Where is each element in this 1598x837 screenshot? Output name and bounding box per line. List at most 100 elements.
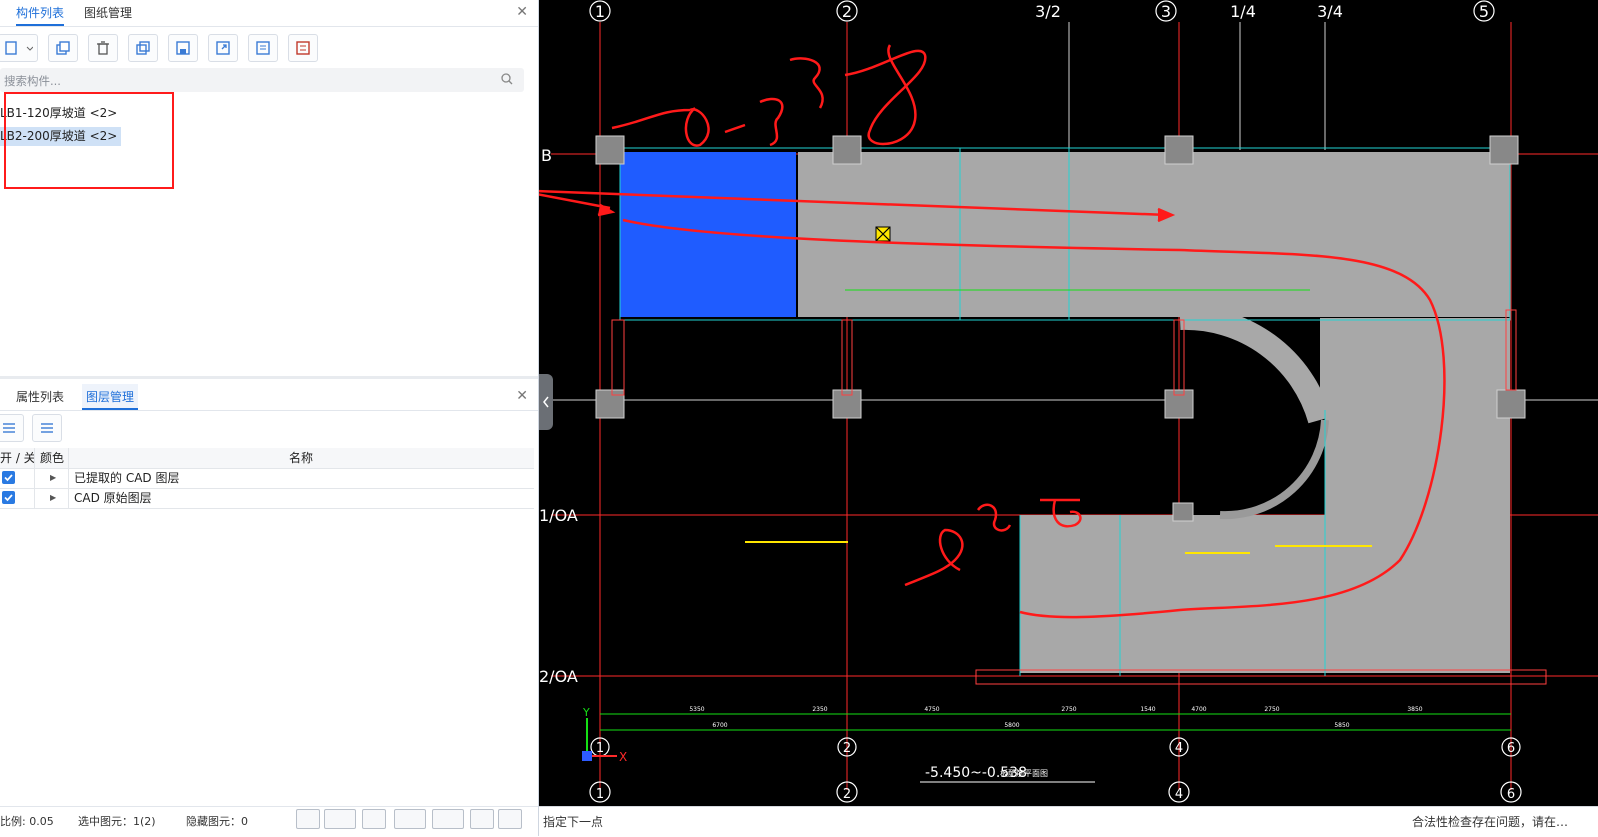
axis-label: 1 xyxy=(596,787,604,802)
axis-label: 3 xyxy=(1161,2,1171,21)
svg-text:6700: 6700 xyxy=(712,722,727,729)
tab-component-list[interactable]: 构件列表 xyxy=(16,0,65,26)
save-button[interactable] xyxy=(168,34,198,62)
svg-text:4700: 4700 xyxy=(1191,706,1206,713)
axis-label: B xyxy=(541,146,552,165)
expand-icon[interactable]: ▶ xyxy=(50,488,56,508)
ucs-icon: X Y xyxy=(582,706,627,764)
selected-slab xyxy=(620,152,796,317)
red-highlight-box xyxy=(4,92,174,189)
left-status-bar: 比例: 0.05 选中图元：1(2) 隐藏图元：0 xyxy=(0,806,538,837)
close-icon[interactable]: ✕ xyxy=(516,388,528,404)
close-icon[interactable]: ✕ xyxy=(516,4,528,20)
command-prompt: 指定下一点 xyxy=(543,815,604,829)
col-color: 颜色 xyxy=(40,451,65,465)
axis-label: 2 xyxy=(843,741,851,756)
axis-label: 1/4 xyxy=(1230,2,1256,21)
new-component-button[interactable] xyxy=(0,34,38,62)
svg-text:5800: 5800 xyxy=(1004,722,1019,729)
layers-copy-icon xyxy=(136,41,150,55)
layer-tabs: 属性列表 图层管理 ✕ xyxy=(0,384,538,411)
svg-text:4750: 4750 xyxy=(924,706,939,713)
tab-layer-management[interactable]: 图层管理 xyxy=(82,384,139,410)
axis-label: 2 xyxy=(842,2,852,21)
select-mode-button[interactable] xyxy=(324,809,356,829)
expand-icon[interactable]: ▶ xyxy=(50,468,56,488)
layer-hide-button[interactable] xyxy=(32,414,62,442)
axis-label: 5 xyxy=(1479,2,1489,21)
axis-label: 4 xyxy=(1175,787,1183,802)
layer-name: 已提取的 CAD 图层 xyxy=(74,471,180,485)
cad-canvas[interactable]: 1 2 3/2 3 1/4 3/4 5 1 2 4 6 1 2 4 6 B 1/… xyxy=(539,0,1598,806)
angle-button[interactable] xyxy=(394,809,426,829)
axis-bubbles-bottom xyxy=(589,737,1522,803)
properties-button[interactable] xyxy=(248,34,278,62)
table-button[interactable] xyxy=(288,34,318,62)
svg-text:X: X xyxy=(619,750,627,764)
layers-icon xyxy=(41,423,53,433)
table-row[interactable]: ▶ 已提取的 CAD 图层 xyxy=(0,468,534,489)
col-name: 名称 xyxy=(289,451,314,465)
col-onoff: 开 / 关 xyxy=(0,451,36,465)
cad-status-bar: 指定下一点 合法性检查存在问题，请在… xyxy=(539,806,1598,837)
table-row[interactable]: ▶ CAD 原始图层 xyxy=(0,488,534,509)
table-icon xyxy=(296,41,310,55)
drawing-title-suffix: 板配筋平面图 xyxy=(1000,768,1048,778)
save-icon xyxy=(176,41,190,55)
layer-table-header: 开 / 关 颜色 名称 xyxy=(0,448,534,469)
export-button[interactable] xyxy=(208,34,238,62)
left-panel: 构件列表 图纸管理 ✕ 搜索构件... LB1-120厚坡道 <2> LB2-2… xyxy=(0,0,539,837)
svg-text:3850: 3850 xyxy=(1407,706,1422,713)
layer-show-button[interactable] xyxy=(0,414,24,442)
svg-text:2750: 2750 xyxy=(1264,706,1279,713)
component-toolbar xyxy=(0,30,538,66)
chevron-left-icon xyxy=(543,396,549,408)
slab-lower xyxy=(1020,515,1325,673)
layer-toolbar xyxy=(0,410,538,446)
component-tabs: 构件列表 图纸管理 ✕ xyxy=(0,0,538,27)
axis-label: 2/OA xyxy=(539,667,578,686)
svg-text:5850: 5850 xyxy=(1334,722,1349,729)
tab-drawing-management[interactable]: 图纸管理 xyxy=(84,0,132,26)
layers-icon xyxy=(3,423,15,433)
slab-upper xyxy=(798,152,1510,317)
axis-label: 1 xyxy=(595,2,605,21)
svg-text:2750: 2750 xyxy=(1061,706,1076,713)
axis-labels-bottom: 1 2 4 6 1 2 4 6 xyxy=(596,741,1515,802)
svg-text:5350: 5350 xyxy=(689,706,704,713)
export-icon xyxy=(216,41,230,55)
warning-text[interactable]: 合法性检查存在问题，请在… xyxy=(1412,813,1568,830)
layer-visible-checkbox[interactable] xyxy=(2,491,15,504)
offset-button[interactable] xyxy=(432,809,464,829)
tab-property-list[interactable]: 属性列表 xyxy=(16,384,64,410)
axis-label: 4 xyxy=(1175,741,1183,756)
list-icon xyxy=(256,41,270,55)
cad-drawing[interactable]: 1 2 3/2 3 1/4 3/4 5 1 2 4 6 1 2 4 6 B 1/… xyxy=(539,0,1598,806)
panel-divider[interactable] xyxy=(0,376,538,379)
copy-to-floor-button[interactable] xyxy=(128,34,158,62)
track-button[interactable] xyxy=(498,809,522,829)
scale-readout: 比例: 0.05 xyxy=(0,815,54,828)
trash-icon xyxy=(97,41,109,55)
hidden-count: 隐藏图元：0 xyxy=(186,815,248,828)
dimension-texts: 5350 2350 4750 2750 1540 4700 2750 3850 … xyxy=(689,706,1422,729)
search-placeholder: 搜索构件... xyxy=(4,74,61,88)
axis-label: 1 xyxy=(596,741,604,756)
copy-button[interactable] xyxy=(48,34,78,62)
panel-collapse-handle[interactable] xyxy=(539,374,553,430)
layer-visible-checkbox[interactable] xyxy=(2,471,15,484)
search-icon[interactable] xyxy=(500,72,514,86)
svg-text:2350: 2350 xyxy=(812,706,827,713)
axis-label: 1/OA xyxy=(539,506,578,525)
search-input[interactable]: 搜索构件... xyxy=(0,68,524,92)
layer-name: CAD 原始图层 xyxy=(74,491,152,505)
axis-label: 3/2 xyxy=(1035,2,1061,21)
ortho-button[interactable] xyxy=(296,809,320,829)
grid-button[interactable] xyxy=(470,809,494,829)
axis-label: 6 xyxy=(1507,741,1515,756)
delete-button[interactable] xyxy=(88,34,118,62)
snap-button[interactable] xyxy=(362,809,386,829)
copy-icon xyxy=(56,41,70,55)
axis-labels-top: 1 2 3/2 3 1/4 3/4 5 xyxy=(595,2,1489,21)
slab-lower-right xyxy=(1325,413,1510,673)
